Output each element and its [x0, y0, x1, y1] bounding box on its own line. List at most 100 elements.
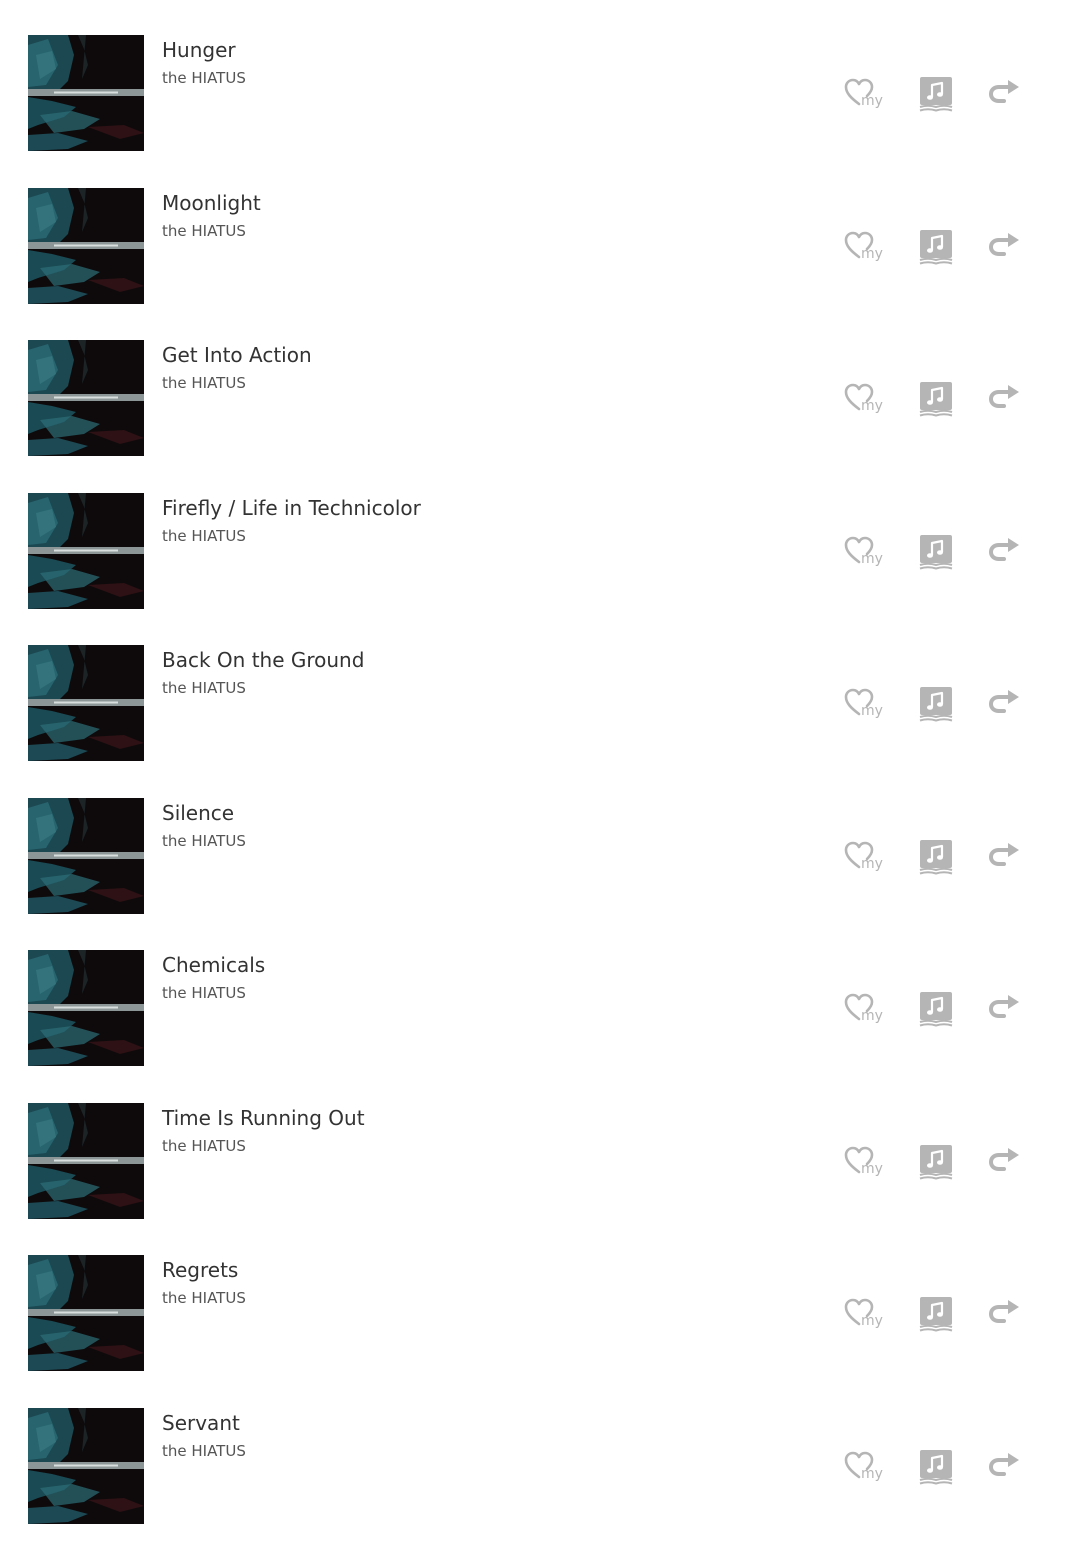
lyrics-button[interactable] — [912, 70, 960, 116]
track-artist[interactable]: the HIATUS — [162, 373, 246, 393]
lyrics-button[interactable] — [912, 1138, 960, 1184]
track-artist[interactable]: the HIATUS — [162, 1441, 246, 1461]
lyrics-button[interactable] — [912, 375, 960, 421]
track-artist[interactable]: the HIATUS — [162, 526, 246, 546]
lyrics-button[interactable] — [912, 985, 960, 1031]
share-button[interactable] — [982, 833, 1030, 879]
add-to-my-button[interactable]: my — [838, 375, 894, 421]
heart-my-icon: my — [844, 1146, 883, 1177]
album-cover[interactable] — [28, 950, 144, 1066]
track-row: Back On the Ground the HIATUS my — [0, 610, 1067, 763]
album-art-image — [28, 1407, 144, 1524]
share-arrow-icon — [988, 1147, 1019, 1171]
track-row: Time Is Running Out the HIATUS my — [0, 1068, 1067, 1221]
track-actions: my — [838, 985, 1038, 1031]
lyrics-button[interactable] — [912, 833, 960, 879]
share-button[interactable] — [982, 1138, 1030, 1184]
heart-my-icon: my — [844, 536, 883, 567]
lyrics-button[interactable] — [912, 1443, 960, 1489]
album-cover[interactable] — [28, 1255, 144, 1371]
my-label: my — [861, 551, 883, 567]
add-to-my-button[interactable]: my — [838, 680, 894, 726]
share-arrow-icon — [988, 1300, 1019, 1323]
add-to-my-button[interactable]: my — [838, 1443, 894, 1489]
track-title[interactable]: Regrets — [162, 1257, 238, 1283]
album-cover[interactable] — [28, 1102, 144, 1219]
lyrics-button[interactable] — [912, 528, 960, 574]
album-cover[interactable] — [28, 187, 144, 304]
heart-my-icon: my — [844, 78, 883, 109]
album-cover[interactable] — [28, 492, 144, 609]
track-artist[interactable]: the HIATUS — [162, 1136, 246, 1156]
track-title[interactable]: Firefly / Life in Technicolor — [162, 495, 421, 521]
track-title[interactable]: Servant — [162, 1410, 240, 1436]
album-art-image — [28, 645, 144, 761]
my-label: my — [861, 1161, 883, 1177]
share-button[interactable] — [982, 70, 1030, 116]
album-cover[interactable] — [28, 340, 144, 456]
track-title[interactable]: Time Is Running Out — [162, 1105, 365, 1131]
add-to-my-button[interactable]: my — [838, 1138, 894, 1184]
track-artist[interactable]: the HIATUS — [162, 678, 246, 698]
track-title[interactable]: Silence — [162, 800, 234, 826]
track-artist[interactable]: the HIATUS — [162, 1288, 246, 1308]
track-actions: my — [838, 1443, 1038, 1489]
share-arrow-icon — [988, 690, 1019, 713]
track-title[interactable]: Get Into Action — [162, 342, 312, 368]
share-button[interactable] — [982, 1290, 1030, 1336]
add-to-my-button[interactable]: my — [838, 1290, 894, 1336]
my-label: my — [861, 93, 883, 109]
share-button[interactable] — [982, 375, 1030, 421]
track-title[interactable]: Moonlight — [162, 190, 261, 216]
add-to-my-button[interactable]: my — [838, 528, 894, 574]
heart-my-icon: my — [844, 1451, 883, 1482]
album-art-image — [28, 950, 144, 1066]
track-actions: my — [838, 1138, 1038, 1184]
album-art-image — [28, 340, 144, 456]
track-actions: my — [838, 680, 1038, 726]
track-title[interactable]: Chemicals — [162, 952, 265, 978]
track-title[interactable]: Back On the Ground — [162, 647, 364, 673]
share-button[interactable] — [982, 1443, 1030, 1489]
share-button[interactable] — [982, 985, 1030, 1031]
album-cover[interactable] — [28, 645, 144, 761]
music-note-book-icon — [919, 1297, 953, 1332]
album-cover[interactable] — [28, 797, 144, 914]
music-note-book-icon — [919, 687, 953, 722]
track-artist[interactable]: the HIATUS — [162, 983, 246, 1003]
my-label: my — [861, 1008, 883, 1024]
track-list: Hunger the HIATUS my Moonlight the HIATU… — [0, 0, 1067, 1525]
add-to-my-button[interactable]: my — [838, 223, 894, 269]
track-row: Chemicals the HIATUS my — [0, 915, 1067, 1068]
track-actions: my — [838, 528, 1038, 574]
heart-my-icon: my — [844, 231, 883, 262]
track-artist[interactable]: the HIATUS — [162, 831, 246, 851]
album-cover[interactable] — [28, 35, 144, 151]
track-row: Silence the HIATUS my — [0, 763, 1067, 916]
share-button[interactable] — [982, 528, 1030, 574]
add-to-my-button[interactable]: my — [838, 70, 894, 116]
share-button[interactable] — [982, 680, 1030, 726]
my-label: my — [861, 1313, 883, 1329]
album-cover[interactable] — [28, 1407, 144, 1524]
add-to-my-button[interactable]: my — [838, 833, 894, 879]
track-row: Firefly / Life in Technicolor the HIATUS… — [0, 458, 1067, 611]
album-art-image — [28, 797, 144, 914]
track-artist[interactable]: the HIATUS — [162, 68, 246, 88]
share-arrow-icon — [988, 232, 1019, 256]
share-arrow-icon — [988, 995, 1019, 1018]
music-note-book-icon — [919, 992, 953, 1027]
track-row: Servant the HIATUS my — [0, 1373, 1067, 1526]
track-row: Moonlight the HIATUS my — [0, 153, 1067, 306]
track-row: Regrets the HIATUS my — [0, 1220, 1067, 1373]
lyrics-button[interactable] — [912, 1290, 960, 1336]
track-artist[interactable]: the HIATUS — [162, 221, 246, 241]
add-to-my-button[interactable]: my — [838, 985, 894, 1031]
share-arrow-icon — [988, 1452, 1019, 1476]
track-row: Get Into Action the HIATUS my — [0, 305, 1067, 458]
lyrics-button[interactable] — [912, 223, 960, 269]
heart-my-icon: my — [844, 841, 883, 872]
track-title[interactable]: Hunger — [162, 37, 236, 63]
share-button[interactable] — [982, 223, 1030, 269]
lyrics-button[interactable] — [912, 680, 960, 726]
